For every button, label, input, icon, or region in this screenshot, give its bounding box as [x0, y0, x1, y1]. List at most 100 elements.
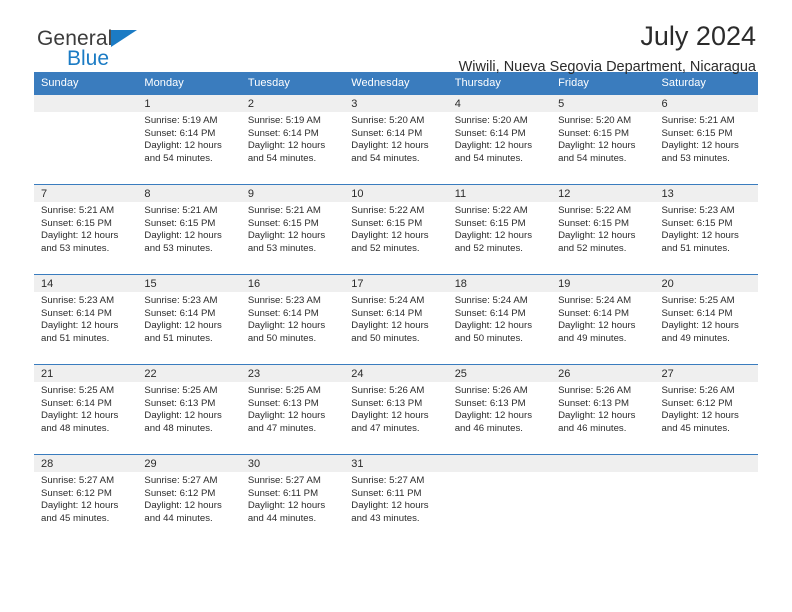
daylight-text-line1: Daylight: 12 hours — [351, 140, 429, 152]
sunrise-text: Sunrise: 5:21 AM — [247, 205, 321, 216]
calendar-day-cell[interactable]: 9 Sunrise: 5:21 AM Sunset: 6:15 PM Daylight… — [240, 184, 345, 275]
calendar-day-cell[interactable]: 3 Sunrise: 5:20 AM Sunset: 6:14 PM Daylight… — [344, 95, 448, 185]
calendar-day-cell[interactable]: 18 Sunrise: 5:24 AM Sunset: 6:14 PM Dayligh… — [447, 274, 552, 365]
daylight-text-line1: Daylight: 12 hours — [144, 230, 222, 242]
calendar-day-cell[interactable]: 5 Sunrise: 5:20 AM Sunset: 6:15 PM Daylight… — [551, 95, 655, 185]
day-number: 28 — [34, 455, 138, 472]
weekday-header-sunday: Sunday — [34, 72, 138, 95]
day-number: 6 — [654, 95, 758, 112]
day-details: Sunrise: 5:23 AM Sunset: 6:14 PM Daylight:… — [241, 292, 344, 345]
calendar-day-cell[interactable]: 24 Sunrise: 5:26 AM Sunset: 6:13 PM Dayligh… — [344, 364, 448, 455]
calendar-day-cell[interactable]: 6 Sunrise: 5:21 AM Sunset: 6:15 PM Daylight… — [654, 95, 758, 185]
sunset-text: Sunset: 6:11 PM — [351, 487, 422, 499]
day-cell-content: 5 Sunrise: 5:20 AM Sunset: 6:15 PM Daylight… — [551, 95, 655, 184]
day-details: Sunrise: 5:22 AM Sunset: 6:15 PM Daylight:… — [344, 202, 447, 255]
day-number: 9 — [240, 185, 345, 202]
day-details: Sunrise: 5:22 AM Sunset: 6:15 PM Daylight:… — [448, 202, 551, 255]
calendar-day-cell[interactable]: 16 Sunrise: 5:23 AM Sunset: 6:14 PM Dayligh… — [240, 274, 345, 365]
calendar-day-cell[interactable]: 4 Sunrise: 5:20 AM Sunset: 6:14 PM Daylight… — [447, 95, 552, 185]
sunrise-text: Sunrise: 5:25 AM — [247, 385, 321, 396]
day-cell-content: 30 Sunrise: 5:27 AM Sunset: 6:11 PM Dayligh… — [240, 455, 345, 544]
calendar-day-cell[interactable]: 22 Sunrise: 5:25 AM Sunset: 6:13 PM Dayligh… — [137, 364, 241, 455]
calendar-day-cell[interactable]: 12 Sunrise: 5:22 AM Sunset: 6:15 PM Dayligh… — [551, 184, 655, 275]
daylight-text-line1: Daylight: 12 hours — [558, 410, 636, 422]
calendar-day-cell[interactable]: 7 Sunrise: 5:21 AM Sunset: 6:15 PM Daylight… — [34, 184, 138, 275]
daylight-text-line2: and 54 minutes. — [247, 152, 317, 164]
day-number: 18 — [447, 275, 552, 292]
daylight-text-line2: and 53 minutes. — [247, 242, 317, 254]
daylight-text-line2: and 44 minutes. — [144, 512, 213, 524]
daylight-text-line1: Daylight: 12 hours — [454, 320, 533, 332]
sunrise-text: Sunrise: 5:26 AM — [661, 385, 735, 396]
calendar-day-cell[interactable]: 11 Sunrise: 5:22 AM Sunset: 6:15 PM Dayligh… — [447, 184, 552, 275]
sunrise-text: Sunrise: 5:19 AM — [144, 115, 218, 126]
day-number: 23 — [240, 365, 345, 382]
sunrise-text: Sunrise: 5:23 AM — [41, 295, 115, 306]
day-details: Sunrise: 5:21 AM Sunset: 6:15 PM Daylight:… — [241, 202, 344, 255]
calendar-day-cell[interactable]: 20 Sunrise: 5:25 AM Sunset: 6:14 PM Dayligh… — [654, 274, 758, 365]
daylight-text-line2: and 46 minutes. — [558, 422, 627, 434]
calendar-day-cell[interactable]: 13 Sunrise: 5:23 AM Sunset: 6:15 PM Dayligh… — [654, 184, 758, 275]
day-number: 20 — [654, 275, 758, 292]
sunset-text: Sunset: 6:15 PM — [661, 217, 733, 229]
calendar-day-cell[interactable]: 8 Sunrise: 5:21 AM Sunset: 6:15 PM Daylight… — [137, 184, 241, 275]
daylight-text-line1: Daylight: 12 hours — [661, 140, 739, 152]
day-number: 31 — [344, 455, 448, 472]
weekday-header-wednesday: Wednesday — [344, 72, 448, 95]
day-number: 22 — [137, 365, 241, 382]
calendar-day-cell[interactable]: 28 Sunrise: 5:27 AM Sunset: 6:12 PM Dayligh… — [34, 454, 138, 544]
daylight-text-line1: Daylight: 12 hours — [454, 140, 533, 152]
day-cell-content — [551, 455, 655, 544]
calendar-day-cell[interactable]: 25 Sunrise: 5:26 AM Sunset: 6:13 PM Dayligh… — [447, 364, 552, 455]
daylight-text-line2: and 53 minutes. — [41, 242, 110, 254]
day-details — [655, 472, 758, 475]
daylight-text-line2: and 54 minutes. — [144, 152, 213, 164]
generalblue-logo[interactable]: General Blue — [37, 28, 138, 70]
daylight-text-line1: Daylight: 12 hours — [661, 230, 739, 242]
sunset-text: Sunset: 6:14 PM — [351, 127, 423, 139]
sunset-text: Sunset: 6:15 PM — [41, 217, 112, 229]
calendar-day-cell[interactable]: 27 Sunrise: 5:26 AM Sunset: 6:12 PM Dayligh… — [654, 364, 758, 455]
daylight-text-line2: and 53 minutes. — [661, 152, 730, 164]
daylight-text-line2: and 48 minutes. — [144, 422, 213, 434]
sunset-text: Sunset: 6:14 PM — [454, 127, 526, 139]
calendar-day-cell[interactable]: 29 Sunrise: 5:27 AM Sunset: 6:12 PM Dayligh… — [137, 454, 241, 544]
calendar-day-cell[interactable]: 1 Sunrise: 5:19 AM Sunset: 6:14 PM Daylight… — [137, 95, 241, 185]
calendar-day-cell[interactable]: 14 Sunrise: 5:23 AM Sunset: 6:14 PM Dayligh… — [34, 274, 138, 365]
calendar-empty-cell — [551, 454, 655, 544]
day-number: 14 — [34, 275, 138, 292]
calendar-day-cell[interactable]: 10 Sunrise: 5:22 AM Sunset: 6:15 PM Dayligh… — [344, 184, 448, 275]
daylight-text-line1: Daylight: 12 hours — [454, 230, 533, 242]
day-details: Sunrise: 5:24 AM Sunset: 6:14 PM Daylight:… — [448, 292, 551, 345]
calendar-day-cell[interactable]: 23 Sunrise: 5:25 AM Sunset: 6:13 PM Dayligh… — [240, 364, 345, 455]
sunrise-text: Sunrise: 5:23 AM — [247, 295, 321, 306]
day-cell-content: 6 Sunrise: 5:21 AM Sunset: 6:15 PM Daylight… — [654, 95, 758, 184]
day-number: 17 — [344, 275, 448, 292]
calendar-day-cell[interactable]: 19 Sunrise: 5:24 AM Sunset: 6:14 PM Dayligh… — [551, 274, 655, 365]
day-details: Sunrise: 5:25 AM Sunset: 6:13 PM Daylight:… — [241, 382, 344, 435]
sunset-text: Sunset: 6:15 PM — [351, 217, 423, 229]
daylight-text-line2: and 46 minutes. — [454, 422, 523, 434]
sunset-text: Sunset: 6:15 PM — [558, 127, 630, 139]
day-number: 3 — [344, 95, 448, 112]
calendar-body: 1 Sunrise: 5:19 AM Sunset: 6:14 PM Daylight… — [34, 95, 758, 544]
calendar-day-cell[interactable]: 2 Sunrise: 5:19 AM Sunset: 6:14 PM Daylight… — [240, 95, 345, 185]
calendar-day-cell[interactable]: 26 Sunrise: 5:26 AM Sunset: 6:13 PM Dayligh… — [551, 364, 655, 455]
calendar-day-cell[interactable]: 21 Sunrise: 5:25 AM Sunset: 6:14 PM Dayligh… — [34, 364, 138, 455]
day-cell-content: 17 Sunrise: 5:24 AM Sunset: 6:14 PM Dayligh… — [344, 275, 448, 364]
sunrise-text: Sunrise: 5:26 AM — [351, 385, 425, 396]
logo-text-blue: Blue — [67, 47, 110, 70]
calendar-day-cell[interactable]: 30 Sunrise: 5:27 AM Sunset: 6:11 PM Dayligh… — [240, 454, 345, 544]
daylight-text-line2: and 52 minutes. — [454, 242, 523, 254]
sunset-text: Sunset: 6:13 PM — [454, 397, 526, 409]
calendar-day-cell[interactable]: 15 Sunrise: 5:23 AM Sunset: 6:14 PM Dayligh… — [137, 274, 241, 365]
weekday-header-monday: Monday — [137, 72, 241, 95]
day-details — [448, 472, 551, 475]
calendar-day-cell[interactable]: 17 Sunrise: 5:24 AM Sunset: 6:14 PM Dayligh… — [344, 274, 448, 365]
calendar-day-cell[interactable]: 31 Sunrise: 5:27 AM Sunset: 6:11 PM Dayligh… — [344, 454, 448, 544]
day-details: Sunrise: 5:20 AM Sunset: 6:14 PM Daylight:… — [448, 112, 551, 165]
weekday-header-row: Sunday Monday Tuesday Wednesday Thursday Frid… — [34, 72, 758, 95]
daylight-text-line2: and 45 minutes. — [41, 512, 110, 524]
sunset-text: Sunset: 6:15 PM — [661, 127, 733, 139]
daylight-text-line1: Daylight: 12 hours — [454, 410, 533, 422]
